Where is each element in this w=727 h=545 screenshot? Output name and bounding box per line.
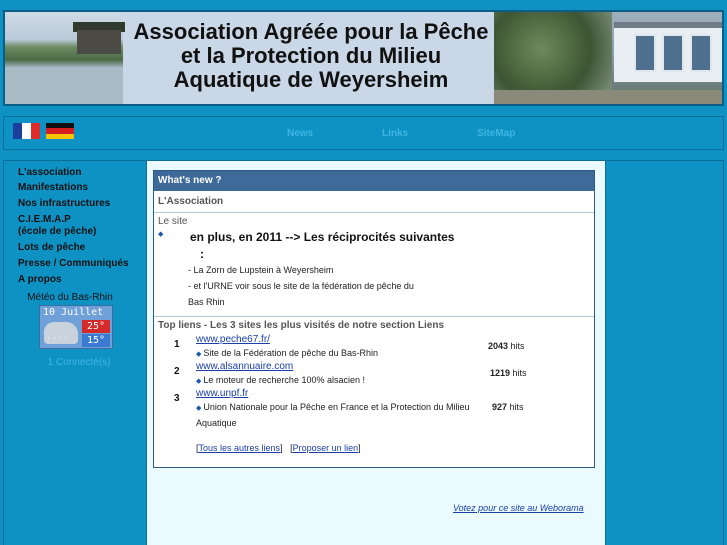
site-news-colon: : [200, 247, 204, 261]
connected-users: 1 Connecté(s) [47, 357, 111, 368]
news-section-title: L'Association [154, 191, 594, 213]
link-url[interactable]: www.unpf.fr [196, 388, 248, 399]
meteo-max-temp: 25° [82, 320, 110, 333]
top-links-title: Top liens - Les 3 sites les plus visités… [158, 320, 445, 331]
sidebar-item-ciemap-line2: (école de pêche) [18, 226, 97, 237]
all-links-link[interactable]: Tous les autres liens [199, 443, 281, 453]
propose-link-link[interactable]: Proposer un lien [293, 443, 359, 453]
flag-de-icon[interactable] [46, 123, 74, 139]
site-news-block: Le site ◆ en plus, en 2011 --> Les récip… [154, 213, 594, 317]
bullet-icon: ◆ [196, 405, 202, 412]
sidebar-item-lots-peche[interactable]: Lots de pêche [18, 242, 148, 254]
flag-fr-icon[interactable] [13, 123, 40, 139]
link-hits: 927 hits [492, 402, 524, 412]
bullet-icon: ◆ [196, 351, 202, 358]
sidebar-item-infrastructures[interactable]: Nos infrastructures [18, 198, 148, 210]
header-photo-left [5, 12, 125, 104]
link-rank: 3 [174, 393, 180, 404]
links-footer: [Tous les autres liens] [Proposer un lie… [196, 443, 361, 453]
nav-news-link[interactable]: News [287, 128, 313, 139]
sidebar-item-association[interactable]: L'association [18, 167, 148, 179]
link-hits: 2043 hits [488, 341, 525, 351]
top-links-block: Top liens - Les 3 sites les plus visités… [154, 317, 594, 467]
weborama-vote-link[interactable]: Votez pour ce site au Weborama [453, 503, 584, 513]
link-rank: 2 [174, 366, 180, 377]
link-description: ◆ Union Nationale pour la Pêche en France… [196, 402, 470, 428]
link-url[interactable]: www.peche67.fr/ [196, 334, 270, 345]
content-panel: What's new ? L'Association Le site ◆ en … [146, 161, 606, 545]
sidebar-item-manifestations[interactable]: Manifestations [18, 182, 148, 194]
nav-links-link[interactable]: Links [382, 128, 408, 139]
site-title: Association Agréée pour la Pêche et la P… [133, 19, 489, 92]
sidebar-item-ciemap[interactable]: C.I.E.M.A.P (école de pêche) [18, 214, 148, 238]
sidebar-item-a-propos[interactable]: A propos [18, 274, 148, 286]
sidebar-item-presse[interactable]: Presse / Communiqués [18, 258, 148, 270]
meteo-label: Météo du Bas-Rhin [27, 292, 113, 303]
sidebar: L'association Manifestations Nos infrast… [18, 167, 148, 368]
site-news-line: - La Zorn de Lupstein à Weyersheim [188, 265, 334, 275]
site-news-headline: en plus, en 2011 --> Les réciprocités su… [190, 230, 455, 244]
main-area: L'association Manifestations Nos infrast… [3, 160, 724, 545]
site-news-title: Le site [158, 216, 188, 227]
meteo-min-temp: 15° [82, 334, 110, 347]
link-description: ◆ Site de la Fédération de pêche du Bas-R… [196, 348, 379, 358]
site-news-line: - et l'URNE voir sous le site de la fédé… [188, 281, 414, 291]
bullet-icon: ◆ [196, 378, 202, 385]
news-box: What's new ? L'Association Le site ◆ en … [153, 170, 595, 468]
link-description: ◆ Le moteur de recherche 100% alsacien ! [196, 375, 365, 385]
news-heading: What's new ? [154, 171, 594, 191]
rain-cloud-icon: ' ' ' ' [44, 322, 78, 345]
link-url[interactable]: www.alsannuaire.com [196, 361, 293, 372]
site-header: Association Agréée pour la Pêche et la P… [3, 10, 724, 106]
meteo-widget[interactable]: 10 Juillet ' ' ' ' 25° 15° [39, 305, 113, 349]
link-rank: 1 [174, 339, 180, 350]
sidebar-item-ciemap-line1: C.I.E.M.A.P [18, 214, 71, 225]
link-hits: 1219 hits [490, 368, 527, 378]
meteo-date: 10 Juillet [43, 307, 104, 318]
nav-sitemap-link[interactable]: SiteMap [477, 128, 515, 139]
header-photo-right [494, 12, 722, 104]
bullet-icon: ◆ [158, 231, 164, 238]
site-news-line: Bas Rhin [188, 297, 225, 307]
top-navbar: News Links SiteMap [3, 116, 724, 150]
